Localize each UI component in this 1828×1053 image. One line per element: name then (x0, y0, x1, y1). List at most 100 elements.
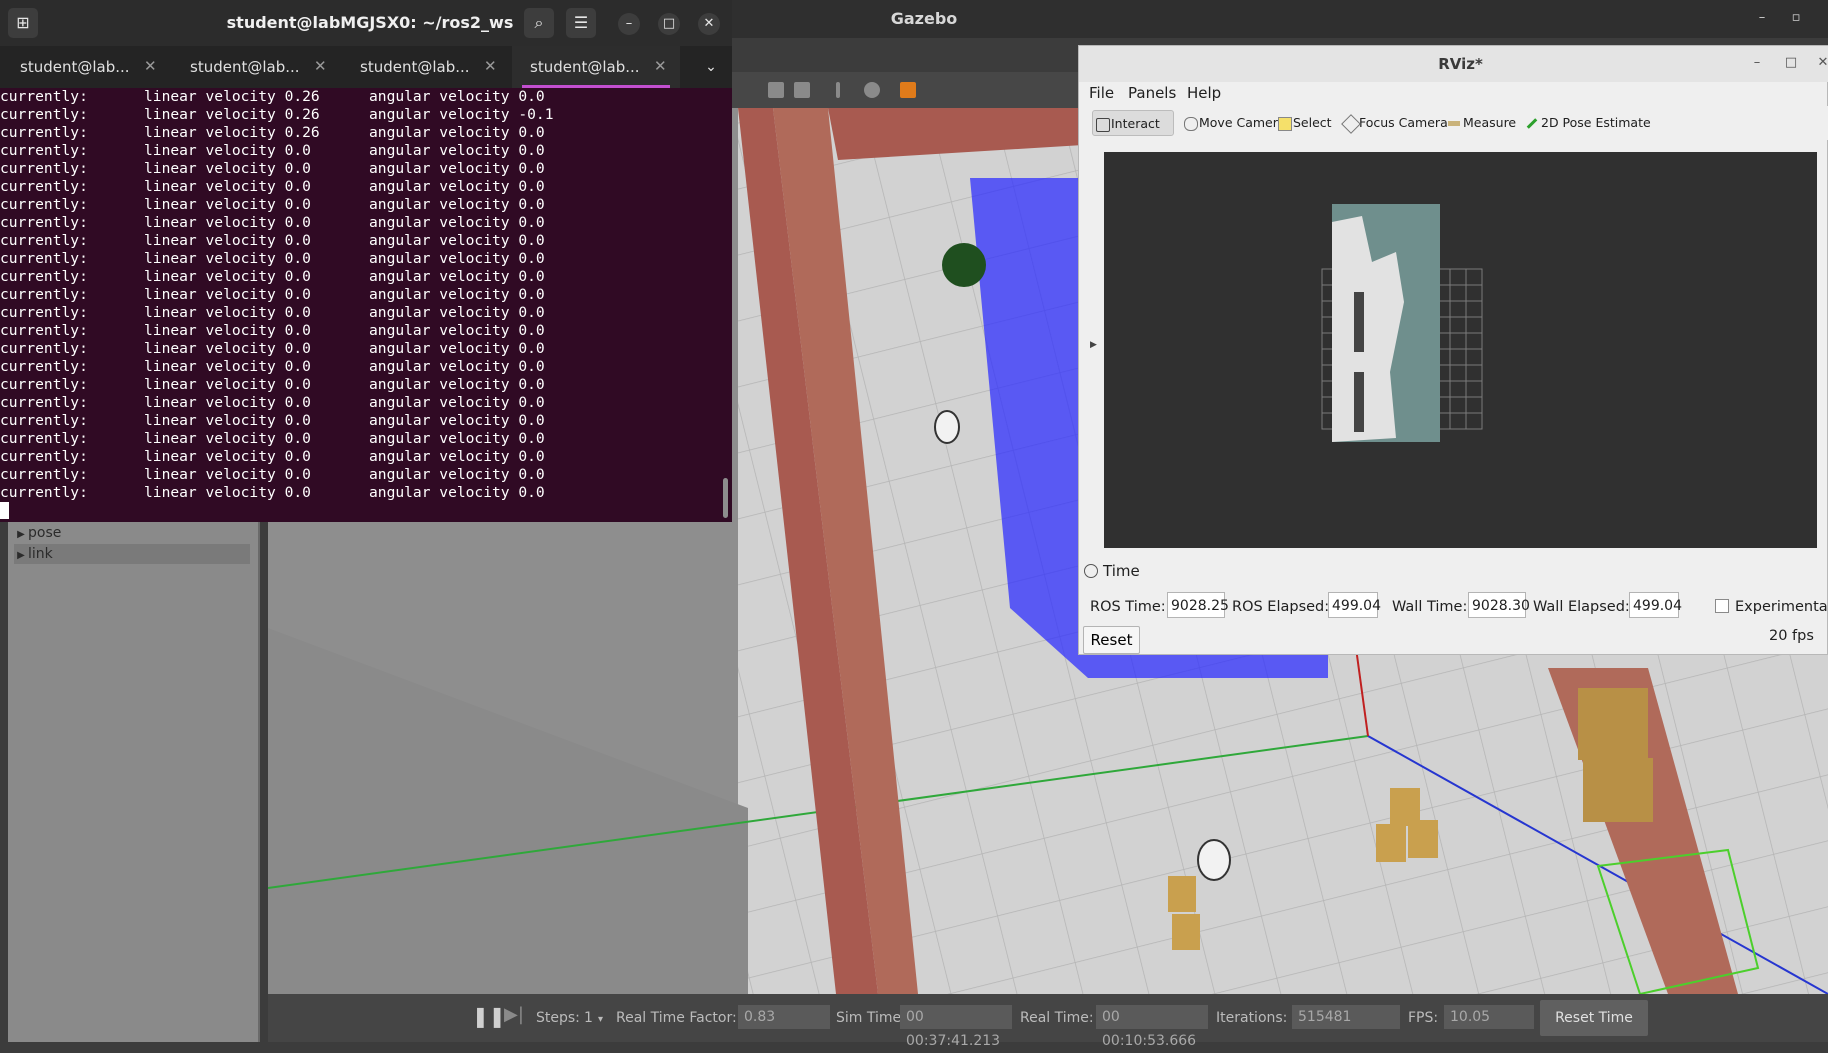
gazebo-toolbar (732, 72, 1082, 108)
terminal-tab[interactable]: student@lab... ✕ (172, 46, 340, 88)
line-angular: angular velocity 0.0 (369, 484, 545, 501)
line-prefix: currently: (0, 466, 88, 483)
terminal-line: currently: linear velocity 0.0 angular vel… (0, 250, 716, 268)
line-angular: angular velocity 0.0 (369, 142, 545, 159)
close-icon[interactable]: ✕ (144, 57, 157, 75)
tool-move-camera[interactable]: Move Camera (1181, 110, 1286, 136)
line-angular: angular velocity 0.0 (369, 430, 545, 447)
menu-help[interactable]: Help (1187, 84, 1221, 102)
line-prefix: currently: (0, 394, 88, 411)
line-prefix: currently: (0, 358, 88, 375)
tool-interact[interactable]: Interact (1092, 110, 1174, 136)
line-angular: angular velocity 0.0 (369, 412, 545, 429)
line-linear: linear velocity 0.26 (144, 106, 320, 123)
occupancy-map-wall (1354, 292, 1364, 352)
green-barrel (942, 243, 986, 287)
wall-elapsed-label: Wall Elapsed: (1533, 599, 1630, 615)
line-angular: angular velocity 0.0 (369, 268, 545, 285)
line-linear: linear velocity 0.26 (144, 88, 320, 105)
rviz-render (1321, 204, 1483, 442)
terminal-title: student@labMGJSX0: ~/ros2_ws (226, 13, 514, 32)
focus-camera-icon (1341, 114, 1361, 134)
close-icon[interactable]: ✕ (698, 13, 720, 35)
box-large (1583, 758, 1653, 822)
line-linear: linear velocity 0.0 (144, 340, 311, 357)
terminal-tab-active[interactable]: student@lab... ✕ (512, 46, 680, 88)
close-icon[interactable]: ✕ (314, 57, 327, 75)
view-angle-icon[interactable] (900, 82, 916, 98)
box (1376, 824, 1406, 862)
tree-item-pose[interactable]: ▶ pose (14, 523, 250, 543)
time-panel-title: Time (1103, 562, 1140, 580)
paste-icon[interactable] (794, 82, 810, 98)
person-model (934, 410, 960, 444)
gazebo-left-panel: ▶ pose ▶ link (8, 520, 260, 1042)
close-icon[interactable]: ✕ (654, 57, 667, 75)
steps-value[interactable]: 1 (584, 1010, 593, 1026)
tool-label: Interact (1111, 116, 1160, 131)
line-angular: angular velocity 0.0 (369, 214, 545, 231)
minimize-icon[interactable]: – (618, 13, 640, 35)
search-icon[interactable]: ⌕ (524, 8, 554, 38)
terminal-output[interactable]: currently: linear velocity 0.26 angular ve… (0, 88, 716, 518)
maximize-icon[interactable]: □ (1781, 53, 1801, 73)
terminal-line: currently: linear velocity 0.0 angular vel… (0, 484, 716, 502)
pose-arrow-icon (1526, 118, 1538, 129)
maximize-icon[interactable]: ▫ (1786, 8, 1806, 28)
tree-item-link[interactable]: ▶ link (14, 544, 250, 564)
copy-icon[interactable] (768, 82, 784, 98)
terminal-tab[interactable]: student@lab... ✕ (2, 46, 170, 88)
line-linear: linear velocity 0.0 (144, 232, 311, 249)
menu-panels[interactable]: Panels (1128, 84, 1176, 102)
tool-measure[interactable]: Measure (1445, 110, 1516, 136)
terminal-scrollbar[interactable] (723, 478, 728, 518)
iterations-label: Iterations: (1216, 1010, 1288, 1026)
terminal-line: currently: linear velocity 0.0 angular vel… (0, 322, 716, 340)
maximize-icon[interactable]: □ (658, 13, 680, 35)
box (1172, 914, 1200, 950)
new-tab-icon[interactable]: ⊞ (8, 8, 38, 38)
tool-select[interactable]: Select (1275, 110, 1332, 136)
fps-readout: 20 fps (1769, 628, 1814, 644)
line-prefix: currently: (0, 178, 88, 195)
line-linear: linear velocity 0.0 (144, 394, 311, 411)
minimize-icon[interactable]: – (1752, 8, 1772, 28)
terminal-line: currently: linear velocity 0.0 angular vel… (0, 304, 716, 322)
chevron-down-icon[interactable]: ▾ (598, 1014, 603, 1025)
line-angular: angular velocity 0.0 (369, 286, 545, 303)
experimental-label: Experimental (1735, 599, 1828, 615)
clock-icon (1084, 564, 1098, 578)
rtf-value: 0.83 (738, 1005, 830, 1029)
minimize-icon[interactable]: – (1747, 53, 1767, 73)
tool-2d-pose-estimate[interactable]: 2D Pose Estimate (1523, 110, 1651, 136)
close-icon[interactable]: ✕ (1813, 53, 1828, 73)
experimental-checkbox[interactable] (1715, 599, 1729, 613)
terminal-line: currently: linear velocity 0.26 angular ve… (0, 88, 716, 106)
panel-collapse-handle[interactable]: ▶ (1089, 144, 1097, 600)
expand-arrow-icon[interactable]: ▶ (14, 546, 28, 566)
align-icon[interactable] (836, 82, 840, 98)
terminal-line: currently: linear velocity 0.0 angular vel… (0, 448, 716, 466)
menu-icon[interactable]: ☰ (566, 8, 596, 38)
wall-time-label: Wall Time: (1392, 599, 1468, 615)
line-angular: angular velocity 0.0 (369, 160, 545, 177)
chevron-down-icon[interactable]: ⌄ (696, 52, 726, 82)
line-prefix: currently: (0, 304, 88, 321)
rviz-3d-view[interactable] (1104, 152, 1817, 548)
chevron-right-icon[interactable]: ▶ (1090, 340, 1097, 350)
line-prefix: currently: (0, 160, 88, 177)
tool-focus-camera[interactable]: Focus Camera (1341, 110, 1448, 136)
snap-icon[interactable] (864, 82, 880, 98)
close-icon[interactable]: ✕ (484, 57, 497, 75)
pause-icon[interactable]: ❚❚ (472, 1004, 506, 1028)
line-prefix: currently: (0, 322, 88, 339)
menu-file[interactable]: File (1089, 84, 1114, 102)
expand-arrow-icon[interactable]: ▶ (14, 525, 28, 545)
terminal-line: currently: linear velocity 0.0 angular vel… (0, 160, 716, 178)
step-forward-icon[interactable]: ▶| (504, 1004, 524, 1025)
terminal-tab[interactable]: student@lab... ✕ (342, 46, 510, 88)
reset-button[interactable]: Reset (1083, 626, 1140, 654)
iterations-value: 515481 (1292, 1005, 1400, 1029)
terminal-line: currently: linear velocity 0.0 angular vel… (0, 196, 716, 214)
reset-time-button[interactable]: Reset Time (1540, 1000, 1648, 1036)
